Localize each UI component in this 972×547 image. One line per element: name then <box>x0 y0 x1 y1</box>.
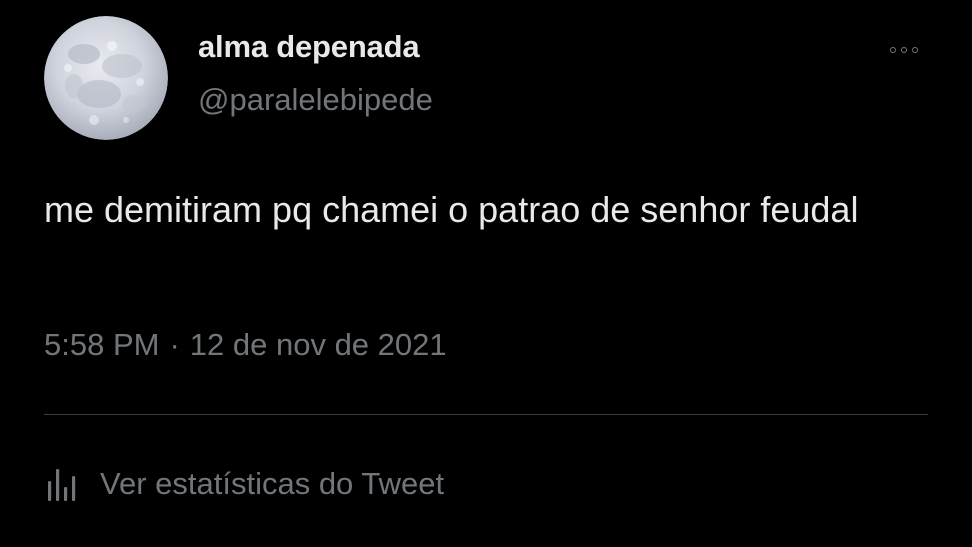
tweet-timestamp[interactable]: 5:58 PM · 12 de nov de 2021 <box>44 327 447 363</box>
author-handle[interactable]: @paralelebipede <box>198 82 433 118</box>
more-horizontal-icon-dot <box>901 47 907 53</box>
more-options-button[interactable] <box>880 38 928 62</box>
more-horizontal-icon-dot <box>912 47 918 53</box>
meta-separator: · <box>169 327 180 362</box>
author-display-name[interactable]: alma depenada <box>198 29 420 65</box>
moon-avatar-image <box>44 16 168 140</box>
avatar[interactable] <box>44 16 168 140</box>
analytics-bars-icon <box>48 469 76 501</box>
view-tweet-stats-link[interactable]: Ver estatísticas do Tweet <box>44 462 444 506</box>
tweet-time[interactable]: 5:58 PM <box>44 327 159 362</box>
more-horizontal-icon <box>890 47 896 53</box>
tweet-date[interactable]: 12 de nov de 2021 <box>190 327 447 362</box>
divider <box>44 414 928 415</box>
tweet-card: alma depenada @paralelebipede me demitir… <box>0 0 972 547</box>
view-tweet-stats-label: Ver estatísticas do Tweet <box>100 466 445 501</box>
tweet-text: me demitiram pq chamei o patrao de senho… <box>44 189 859 230</box>
